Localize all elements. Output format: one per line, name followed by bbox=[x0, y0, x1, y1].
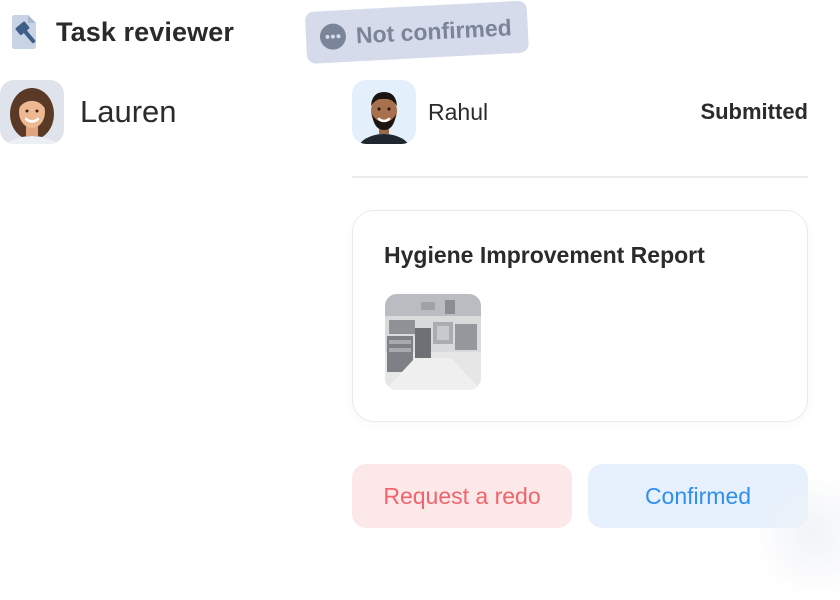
submitter-name: Rahul bbox=[428, 98, 489, 125]
report-card[interactable]: Hygiene Improvement Report bbox=[352, 210, 808, 422]
divider bbox=[352, 176, 808, 178]
request-redo-button[interactable]: Request a redo bbox=[352, 464, 572, 528]
status-label: Not confirmed bbox=[355, 13, 513, 48]
status-badge: Not confirmed bbox=[304, 0, 529, 64]
kitchen-photo[interactable] bbox=[385, 294, 481, 390]
reviewer: Lauren bbox=[0, 80, 177, 144]
reviewer-avatar bbox=[0, 80, 64, 144]
submitter-avatar bbox=[352, 80, 416, 144]
submission-status: Submitted bbox=[700, 99, 808, 124]
reviewer-name: Lauren bbox=[80, 94, 177, 129]
hammer-icon bbox=[12, 15, 36, 49]
task-reviewer-header: Task reviewer bbox=[10, 14, 234, 50]
report-title: Hygiene Improvement Report bbox=[384, 242, 705, 268]
more-dots-icon bbox=[319, 23, 346, 50]
submission-row: Rahul Submitted bbox=[352, 80, 808, 144]
page-title: Task reviewer bbox=[56, 16, 234, 47]
corner-shadow bbox=[750, 470, 840, 600]
